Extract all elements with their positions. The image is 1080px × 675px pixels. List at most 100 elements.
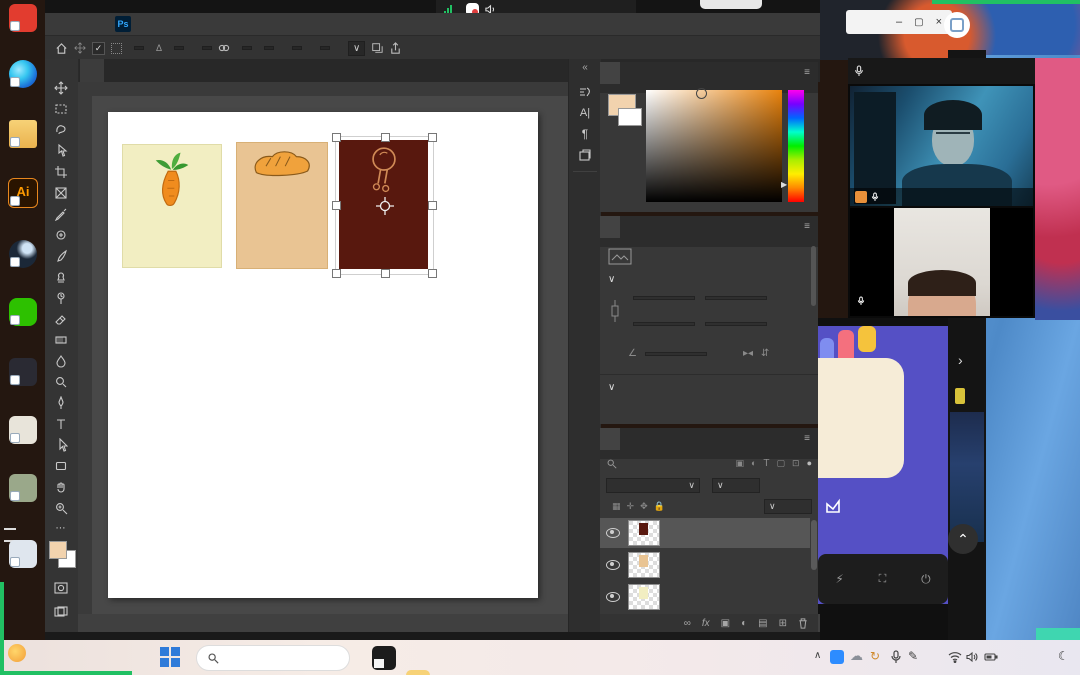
interpolation-select[interactable]: ∨	[348, 41, 365, 56]
expand-right-arrow[interactable]: ›	[958, 352, 963, 368]
color-bg-swatch[interactable]	[618, 108, 642, 126]
link-dimensions-icon[interactable]	[218, 43, 230, 53]
blur-tool[interactable]	[45, 350, 77, 371]
card-bread[interactable]	[236, 142, 328, 269]
color-cursor[interactable]	[696, 88, 707, 99]
sidebar-thumbnail[interactable]	[950, 412, 984, 542]
desktop-icon-wechat[interactable]	[0, 298, 46, 328]
tray-microphone-icon[interactable]	[890, 650, 902, 664]
canvas-area[interactable]	[92, 96, 568, 614]
document-tab[interactable]	[80, 59, 104, 82]
lock-pixels-icon[interactable]: ✛	[627, 501, 635, 512]
screen-mode-button[interactable]	[45, 601, 77, 622]
type-tool[interactable]	[45, 413, 77, 434]
home-icon[interactable]	[55, 42, 68, 55]
notification-badge[interactable]	[944, 12, 970, 38]
properties-scrollbar[interactable]	[811, 246, 816, 306]
participant-video-1[interactable]	[850, 86, 1033, 206]
angle-field[interactable]	[645, 352, 707, 356]
tab-layers[interactable]	[600, 428, 620, 450]
filter-toggle-icon[interactable]: ●	[807, 458, 812, 468]
layer-row-2[interactable]	[600, 550, 810, 580]
reference-point-checkbox[interactable]: ✓	[92, 42, 105, 55]
filter-pixel-icon[interactable]: ▣	[735, 458, 744, 469]
desktop-icon-resource[interactable]	[0, 120, 46, 150]
mini-minimize-button[interactable]: –	[896, 16, 902, 28]
zoom-tool[interactable]	[45, 497, 77, 518]
panel-menu-icon[interactable]: ≡	[804, 428, 810, 450]
clone-stamp-tool[interactable]	[45, 266, 77, 287]
tab-color[interactable]	[600, 62, 620, 84]
tab-adjustments[interactable]	[623, 216, 643, 238]
filter-search-icon[interactable]	[606, 458, 617, 469]
collapse-chevron-button[interactable]: ⌃	[948, 524, 978, 554]
saturation-brightness-field[interactable]	[646, 90, 782, 202]
sync-icon[interactable]: ↻	[870, 649, 880, 663]
quick-mask-button[interactable]	[45, 577, 77, 598]
delta-icon[interactable]: Δ	[156, 43, 162, 53]
wifi-icon[interactable]	[948, 651, 962, 663]
healing-brush-tool[interactable]	[45, 224, 77, 245]
layer-row-1[interactable]	[600, 582, 810, 612]
x-field[interactable]	[134, 46, 144, 50]
power-icon[interactable]: ⏻	[921, 572, 931, 587]
lock-transparent-icon[interactable]: ▦	[612, 501, 621, 512]
desktop-icon-inside[interactable]	[0, 358, 46, 388]
reference-point-grid-icon[interactable]	[111, 43, 122, 54]
lock-all-icon[interactable]: 🔒	[654, 501, 665, 512]
switch-tool-icon[interactable]	[371, 42, 383, 54]
panel-menu-icon[interactable]: ≡	[804, 216, 810, 238]
card-chicken[interactable]	[339, 140, 428, 269]
dodge-tool[interactable]	[45, 371, 77, 392]
lasso-tool[interactable]	[45, 119, 77, 140]
layer-row-3[interactable]	[600, 518, 810, 548]
desktop-icon-edge[interactable]	[0, 60, 46, 90]
desktop-icon-steam[interactable]	[0, 240, 46, 270]
card-carrot[interactable]	[122, 144, 222, 268]
filter-smart-object-icon[interactable]: ⊡	[792, 458, 800, 469]
tab-channels[interactable]	[623, 428, 643, 450]
y-field[interactable]	[174, 46, 184, 50]
layer-style-fx-icon[interactable]: fx	[702, 618, 710, 629]
dock-expand-icon[interactable]: «	[569, 62, 601, 73]
h-field[interactable]	[242, 46, 252, 50]
onedrive-cloud-icon[interactable]: ☁	[850, 648, 863, 664]
object-selection-tool[interactable]	[45, 140, 77, 161]
desktop-icon-ori[interactable]	[0, 532, 46, 570]
layer-mask-icon[interactable]: ▣	[721, 618, 730, 629]
move-tool[interactable]	[45, 77, 77, 98]
toolbar-more-button[interactable]: ⋯	[45, 518, 77, 539]
tray-blue-app-icon[interactable]	[830, 650, 844, 664]
tray-expand-icon[interactable]: ∧	[814, 650, 821, 661]
marquee-tool[interactable]	[45, 98, 77, 119]
filter-type-icon[interactable]: T	[763, 458, 769, 469]
frame-tool[interactable]	[45, 182, 77, 203]
desktop-icon-kuaiya[interactable]	[0, 4, 46, 34]
flip-vertical-icon[interactable]: ⇵	[761, 348, 769, 359]
flip-horizontal-icon[interactable]: ▸◂	[743, 348, 753, 359]
start-button[interactable]	[160, 647, 180, 667]
delete-layer-icon[interactable]	[798, 618, 808, 629]
moon-icon[interactable]: ☾	[1058, 649, 1069, 663]
file-explorer-icon[interactable]	[406, 670, 430, 675]
search-input[interactable]	[225, 651, 329, 665]
eyedropper-tool[interactable]	[45, 203, 77, 224]
opacity-field[interactable]: ∨	[712, 478, 760, 493]
tab-gradients[interactable]	[646, 62, 666, 84]
volume-icon[interactable]	[966, 651, 979, 663]
y-field[interactable]	[705, 322, 767, 326]
history-panel-icon[interactable]	[569, 144, 601, 165]
shape-tool[interactable]	[45, 455, 77, 476]
mini-maximize-button[interactable]: ▢	[914, 17, 923, 28]
tab-swatches[interactable]	[623, 62, 643, 84]
x-field[interactable]	[705, 296, 767, 300]
desktop-icon-unturned[interactable]	[0, 474, 46, 504]
hand-tool[interactable]	[45, 476, 77, 497]
desktop-icon-gris[interactable]	[0, 416, 46, 446]
transform-section-header[interactable]: ∨	[608, 274, 615, 285]
foreground-color-swatch[interactable]	[49, 541, 67, 559]
tab-libraries[interactable]	[646, 216, 666, 238]
mini-close-button[interactable]: ×	[936, 16, 942, 28]
hue-slider[interactable]	[788, 90, 804, 202]
layer-thumbnail[interactable]	[628, 584, 660, 610]
